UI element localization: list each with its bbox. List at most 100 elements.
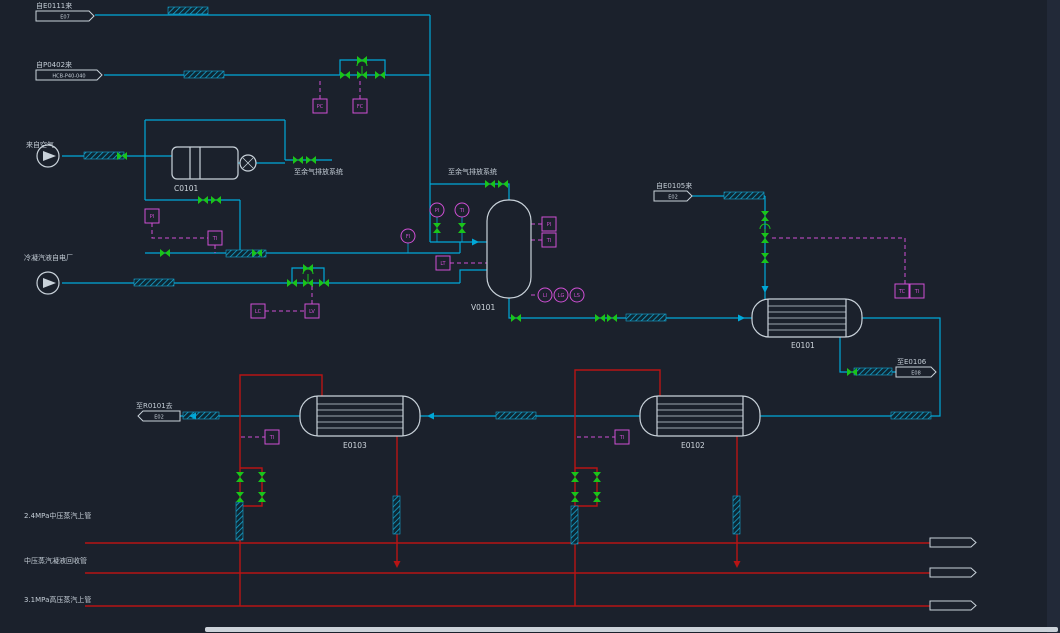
label-to-r0101: 至R0101去 xyxy=(136,401,173,410)
pipe-c0101-drain[interactable] xyxy=(145,200,240,253)
instrument-box[interactable]: PI xyxy=(542,217,556,231)
valve-icon[interactable] xyxy=(198,196,208,204)
connector-tag: HCB-P40-040 xyxy=(52,74,85,80)
instrument-box[interactable]: LC xyxy=(251,304,265,318)
valve-icon[interactable] xyxy=(211,196,221,204)
valve-icon[interactable] xyxy=(607,314,617,322)
valve-icon[interactable] xyxy=(306,156,316,164)
instrument-box[interactable]: TI xyxy=(615,430,629,444)
line-number-tag xyxy=(393,496,400,534)
valve-icon[interactable] xyxy=(761,211,769,221)
compressor-c0101[interactable] xyxy=(172,147,256,179)
exchanger-e0102[interactable] xyxy=(640,396,760,436)
valve-icon[interactable] xyxy=(847,368,857,376)
pipe-v0101-vent[interactable] xyxy=(430,184,509,200)
label-from-p0402: 自P0402来 xyxy=(36,60,72,69)
valve-icon[interactable] xyxy=(571,472,579,482)
instrument-bubble[interactable]: FI xyxy=(401,229,415,243)
line-number-tag xyxy=(184,71,224,78)
instrument-tag: TI xyxy=(619,435,625,441)
instrument-box[interactable]: FC xyxy=(353,99,367,113)
valve-icon[interactable] xyxy=(571,492,579,502)
offpage-connector[interactable]: HCB-P40-040 xyxy=(36,70,102,80)
valve-icon[interactable] xyxy=(375,71,385,79)
valve-icon[interactable] xyxy=(761,253,769,263)
steam-piping[interactable] xyxy=(85,370,930,606)
instrument-tag: LI xyxy=(543,293,547,299)
instrument-box[interactable]: TI xyxy=(542,233,556,247)
pipe-condensate-inlet[interactable] xyxy=(62,270,487,283)
instrument-bubble[interactable]: LS xyxy=(570,288,584,302)
instrument-box[interactable]: PC xyxy=(313,99,327,113)
offpage-connector[interactable] xyxy=(930,568,976,577)
valve-icon[interactable] xyxy=(498,180,508,188)
instrument-box[interactable]: LV xyxy=(305,304,319,318)
valve-icon[interactable] xyxy=(303,264,313,272)
offpage-connector[interactable]: E02 xyxy=(654,191,692,201)
steam-riser-e0102[interactable] xyxy=(575,370,660,606)
connector-tag: E02 xyxy=(668,195,678,201)
instrument-box[interactable]: PI xyxy=(145,209,159,223)
steam-bypass-e0103[interactable] xyxy=(240,468,262,506)
vessel-v0101[interactable] xyxy=(487,200,531,298)
instrument-box[interactable]: TI xyxy=(265,430,279,444)
instrument-bubble[interactable]: PI xyxy=(430,203,444,217)
connector-tag: E08 xyxy=(911,371,921,377)
pid-diagram: PC FC PI TI FI PI TI PI TI LI LG LS TC TI TI TI LC LV LT E… xyxy=(0,0,1060,633)
instrument-bubble[interactable]: LG xyxy=(554,288,568,302)
instrument-tag: TI xyxy=(212,236,218,242)
instrument-tag: PI xyxy=(435,208,440,214)
pump-condensate-symbol[interactable] xyxy=(37,272,59,294)
offpage-connector[interactable]: E08 xyxy=(896,367,936,377)
pipe-c0101-loop[interactable] xyxy=(145,120,285,200)
instrument-box[interactable]: TI xyxy=(208,231,222,245)
tag-e0101: E0101 xyxy=(791,341,815,350)
valve-icon[interactable] xyxy=(340,71,350,79)
pipe-from-e0105[interactable] xyxy=(690,196,765,299)
valve-icon[interactable] xyxy=(485,180,495,188)
offpage-connector[interactable] xyxy=(930,538,976,547)
offpage-connector[interactable] xyxy=(930,601,976,610)
valve-icon[interactable] xyxy=(595,314,605,322)
valve-icon[interactable] xyxy=(511,314,521,322)
instrument-tag: LS xyxy=(574,293,580,299)
exchanger-e0101[interactable] xyxy=(752,299,862,337)
instrument-box[interactable]: TC xyxy=(895,284,909,298)
pid-drawing-canvas[interactable]: PC FC PI TI FI PI TI PI TI LI LG LS TC TI TI TI LC LV LT E… xyxy=(0,0,1060,633)
pipe-c0101-discharge[interactable] xyxy=(145,242,460,253)
valve-icon[interactable] xyxy=(293,156,303,164)
control-valve-icon[interactable] xyxy=(303,269,313,287)
instrument-box[interactable]: LT xyxy=(436,256,450,270)
valve-icon[interactable] xyxy=(593,492,601,502)
valve-icon[interactable] xyxy=(433,223,441,233)
instrument-signal-lines xyxy=(152,78,905,437)
valve-icon[interactable] xyxy=(357,56,367,64)
pipe-to-e0106[interactable] xyxy=(840,337,896,372)
valve-icon[interactable] xyxy=(236,492,244,502)
valve-icon[interactable] xyxy=(258,492,266,502)
flow-arrows xyxy=(189,239,769,569)
valve-icon[interactable] xyxy=(593,472,601,482)
vertical-scroll-area[interactable] xyxy=(1047,0,1060,633)
horizontal-scrollbar[interactable] xyxy=(205,627,1058,632)
valve-icon[interactable] xyxy=(160,249,170,257)
steam-riser-e0103[interactable] xyxy=(240,375,322,606)
instrument-tag: TI xyxy=(546,238,552,244)
instrument-tag: LG xyxy=(558,293,565,299)
line-number-tag xyxy=(891,412,931,419)
steam-bypass-e0102[interactable] xyxy=(575,468,597,506)
offpage-connector[interactable]: E02 xyxy=(138,411,180,421)
valve-icon[interactable] xyxy=(236,472,244,482)
connector-tag: E02 xyxy=(154,415,164,421)
instrument-box[interactable]: TI xyxy=(910,284,924,298)
valve-icon[interactable] xyxy=(258,472,266,482)
instrument-bubble[interactable]: TI xyxy=(455,203,469,217)
flow-arrow xyxy=(427,413,434,420)
valve-icon[interactable] xyxy=(458,223,466,233)
control-valve-icon[interactable] xyxy=(357,61,367,79)
exchanger-e0103[interactable] xyxy=(300,396,420,436)
line-number-tag xyxy=(854,368,892,375)
offpage-connector[interactable]: E07 xyxy=(36,11,94,21)
instrument-bubble[interactable]: LI xyxy=(538,288,552,302)
instrument-tag: TC xyxy=(898,289,906,295)
